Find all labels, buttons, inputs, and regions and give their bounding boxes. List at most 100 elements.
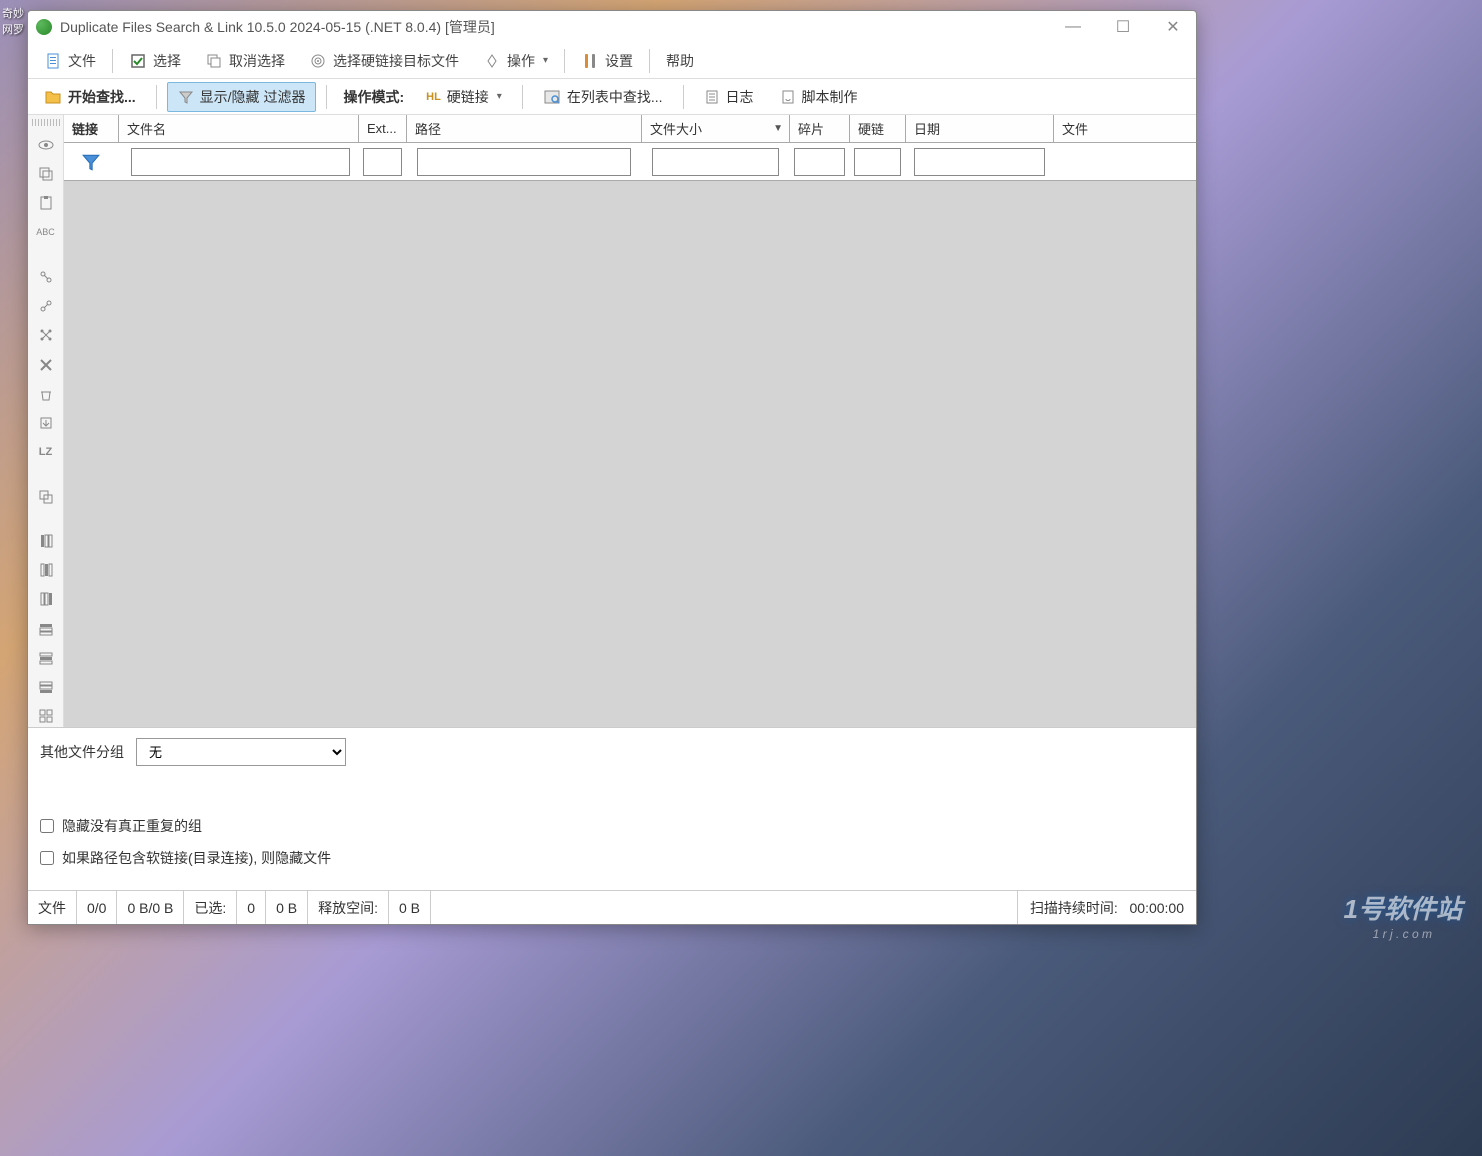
start-search-label: 开始查找...	[68, 87, 136, 107]
tools-icon	[581, 52, 599, 70]
script-button[interactable]: 脚本制作	[770, 83, 868, 111]
toggle-filter-label: 显示/隐藏 过滤器	[200, 87, 306, 107]
log-label: 日志	[726, 87, 754, 107]
filter-fragment-input[interactable]	[794, 148, 845, 176]
grid-icon[interactable]	[34, 706, 58, 727]
filter-hardlink-input[interactable]	[854, 148, 901, 176]
operate-icon	[483, 52, 501, 70]
delete-icon[interactable]	[34, 354, 58, 375]
filter-path-input[interactable]	[417, 148, 631, 176]
menu-deselect-label: 取消选择	[229, 51, 285, 71]
minimize-button[interactable]: —	[1058, 15, 1088, 39]
script-label: 脚本制作	[802, 87, 858, 107]
network-icon[interactable]	[34, 325, 58, 346]
close-button[interactable]: ✕	[1158, 15, 1188, 39]
export-icon[interactable]	[34, 412, 58, 433]
sb-scan-label: 扫描持续时间:	[1030, 900, 1118, 916]
menu-select-hardlink-target[interactable]: 选择硬链接目标文件	[299, 47, 469, 75]
recycle-icon[interactable]	[34, 383, 58, 404]
hide-no-dup-checkbox[interactable]	[40, 819, 54, 833]
start-search-button[interactable]: 开始查找...	[34, 83, 146, 111]
toolbar-separator	[156, 85, 157, 109]
layers-icon[interactable]	[34, 486, 58, 507]
paste-icon[interactable]	[34, 193, 58, 214]
sb-free-label: 释放空间:	[308, 891, 389, 924]
abc-icon[interactable]: ABC	[34, 222, 58, 243]
copy-icon	[205, 52, 223, 70]
sb-size: 0 B/0 B	[117, 891, 184, 924]
column-date[interactable]: 日期	[906, 115, 1054, 142]
col2-icon[interactable]	[34, 560, 58, 581]
filter-size-input[interactable]	[652, 148, 779, 176]
filter-row	[64, 143, 1196, 181]
checkbox-icon	[129, 52, 147, 70]
mode-label: 操作模式:	[337, 87, 410, 107]
main-area: ABC LZ 链接 文件名 Ext... 路径	[28, 115, 1196, 727]
app-window: Duplicate Files Search & Link 10.5.0 202…	[27, 10, 1197, 925]
log-button[interactable]: 日志	[694, 83, 764, 111]
table-body[interactable]	[64, 181, 1196, 727]
column-size[interactable]: 文件大小 ▼	[642, 115, 790, 142]
window-title: Duplicate Files Search & Link 10.5.0 202…	[60, 17, 1058, 37]
grip-handle[interactable]	[32, 119, 60, 126]
search-in-list-button[interactable]: 在列表中查找...	[533, 83, 673, 111]
folder-search-icon	[44, 88, 62, 106]
menu-settings[interactable]: 设置	[571, 47, 643, 75]
menu-select-label: 选择	[153, 51, 181, 71]
column-path[interactable]: 路径	[407, 115, 642, 142]
sb-scan-value: 00:00:00	[1130, 900, 1185, 916]
toolbar-separator	[326, 85, 327, 109]
content-area: 链接 文件名 Ext... 路径 文件大小 ▼ 碎片 硬链 日期 文件	[64, 115, 1196, 727]
menu-select[interactable]: 选择	[119, 47, 191, 75]
chevron-down-icon: ▾	[543, 55, 548, 66]
row3-icon[interactable]	[34, 677, 58, 698]
toolbar: 开始查找... 显示/隐藏 过滤器 操作模式: HL 硬链接 ▾ 在列表中查找.…	[28, 79, 1196, 115]
column-link[interactable]: 链接	[64, 115, 119, 142]
toolbar-separator	[683, 85, 684, 109]
toggle-filter-button[interactable]: 显示/隐藏 过滤器	[167, 82, 317, 112]
menu-deselect[interactable]: 取消选择	[195, 47, 295, 75]
view-icon[interactable]	[34, 134, 58, 155]
funnel-icon	[178, 89, 194, 105]
column-file[interactable]: 文件	[1054, 115, 1196, 142]
sb-selected-count: 0	[237, 891, 266, 924]
column-hardlink[interactable]: 硬链	[850, 115, 906, 142]
link2-icon[interactable]	[34, 295, 58, 316]
menu-operate[interactable]: 操作 ▾	[473, 47, 558, 75]
filter-date-input[interactable]	[914, 148, 1045, 176]
row2-icon[interactable]	[34, 647, 58, 668]
grouping-label: 其他文件分组	[40, 742, 124, 762]
funnel-icon	[81, 152, 101, 172]
copy-icon[interactable]	[34, 163, 58, 184]
lz-icon[interactable]: LZ	[34, 442, 58, 463]
column-ext[interactable]: Ext...	[359, 115, 407, 142]
hide-softlink-label: 如果路径包含软链接(目录连接), 则隐藏文件	[62, 848, 331, 868]
sb-selected-label: 已选:	[184, 891, 237, 924]
hardlink-icon: HL	[426, 91, 441, 103]
app-icon	[36, 19, 52, 35]
script-icon	[780, 89, 796, 105]
filter-icon-cell	[64, 148, 119, 176]
bottom-panel: 其他文件分组 无 隐藏没有真正重复的组 如果路径包含软链接(目录连接), 则隐藏…	[28, 727, 1196, 890]
hardlink-mode-button[interactable]: HL 硬链接 ▾	[416, 83, 512, 111]
column-filename[interactable]: 文件名	[119, 115, 359, 142]
menu-help[interactable]: 帮助	[656, 47, 704, 75]
col1-icon[interactable]	[34, 530, 58, 551]
hardlink-label: 硬链接	[447, 87, 489, 107]
desktop-background: 奇妙网罗	[0, 0, 25, 1156]
filter-ext-input[interactable]	[363, 148, 402, 176]
titlebar[interactable]: Duplicate Files Search & Link 10.5.0 202…	[28, 11, 1196, 43]
grouping-select[interactable]: 无	[136, 738, 346, 766]
maximize-button[interactable]: ☐	[1108, 15, 1138, 39]
hide-softlink-checkbox[interactable]	[40, 851, 54, 865]
table-header: 链接 文件名 Ext... 路径 文件大小 ▼ 碎片 硬链 日期 文件	[64, 115, 1196, 143]
desktop-text: 奇妙网罗	[0, 5, 25, 37]
menu-file[interactable]: 文件	[34, 47, 106, 75]
link1-icon[interactable]	[34, 266, 58, 287]
col3-icon[interactable]	[34, 589, 58, 610]
filter-filename-input[interactable]	[131, 148, 350, 176]
column-fragment[interactable]: 碎片	[790, 115, 850, 142]
statusbar: 文件 0/0 0 B/0 B 已选: 0 0 B 释放空间: 0 B 扫描持续时…	[28, 890, 1196, 924]
sb-free-size: 0 B	[389, 891, 431, 924]
row1-icon[interactable]	[34, 618, 58, 639]
